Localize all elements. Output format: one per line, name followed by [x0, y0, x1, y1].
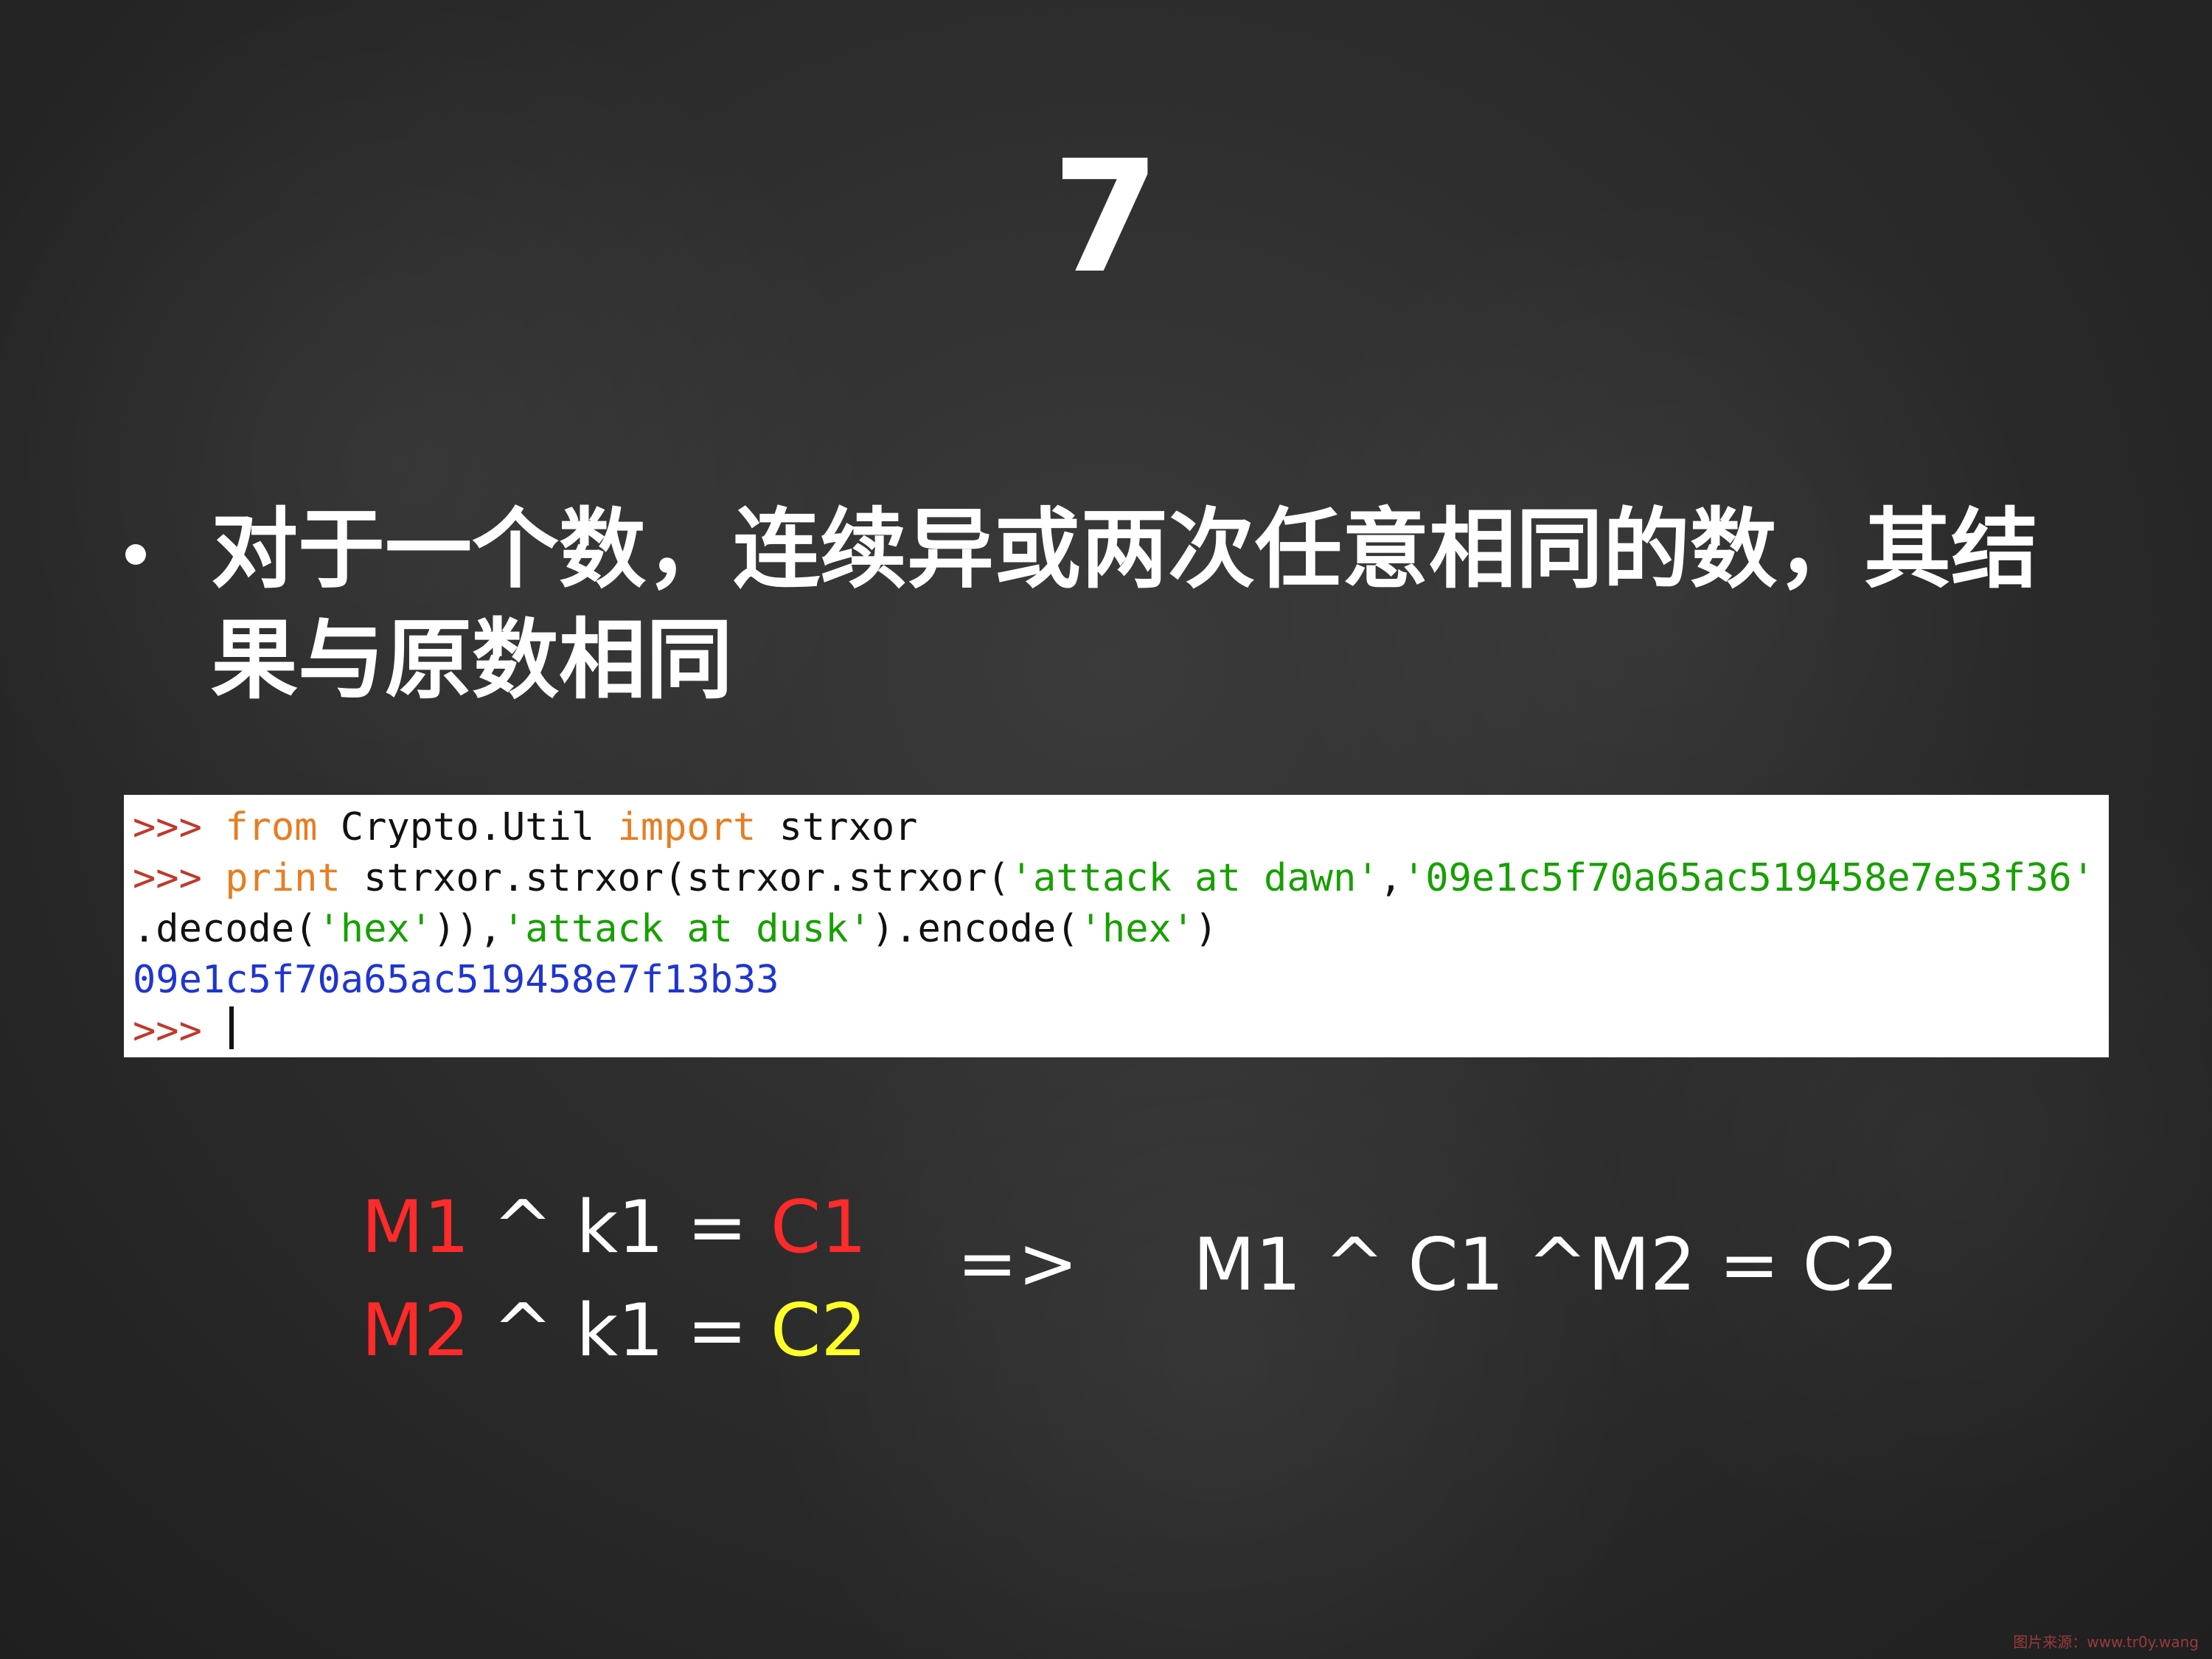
- text-cursor: [229, 1006, 234, 1049]
- console-prompt: >>>: [133, 856, 202, 900]
- string-attack-at-dawn: 'attack at dawn': [1009, 856, 1380, 900]
- equation-middle-2: ^ k1 =: [469, 1289, 771, 1373]
- console-output: 09e1c5f70a65ac519458e7f13b33: [133, 958, 779, 1002]
- c1-label: C1: [770, 1186, 867, 1270]
- call-close-2: ): [1194, 907, 1218, 951]
- equation-row-2: M2 ^ k1 = C2: [361, 1279, 867, 1382]
- decode-call: .decode(: [133, 907, 318, 951]
- bullet-dot-icon: [125, 544, 146, 565]
- string-hex-2: 'hex': [1079, 907, 1195, 951]
- c2-label: C2: [770, 1289, 867, 1373]
- keyword-print: print: [225, 856, 341, 900]
- equation-middle-1: ^ k1 =: [469, 1186, 771, 1270]
- watermark-text: 图片来源：www.tr0y.wang: [2013, 1633, 2199, 1651]
- code-line-2: >>> print strxor.strxor(strxor.strxor('a…: [133, 853, 2100, 904]
- string-hex-1: 'hex': [317, 907, 433, 951]
- implication-arrow: =>: [957, 1222, 1079, 1306]
- keyword-import: import: [617, 805, 757, 849]
- function-call: strxor.strxor(strxor.strxor(: [364, 856, 1010, 900]
- python-console-screenshot: >>> from Crypto.Util import strxor >>> p…: [124, 795, 2109, 1057]
- bullet-text: 对于一个数，连续异或两次任意相同的数，其结果与原数相同: [211, 498, 2039, 711]
- console-prompt: >>>: [133, 805, 202, 849]
- bullet-item: 对于一个数，连续异或两次任意相同的数，其结果与原数相同: [125, 494, 2116, 715]
- import-name: strxor: [779, 805, 918, 849]
- m1-label: M1: [361, 1186, 470, 1270]
- result-equation: M1 ^ C1 ^M2 = C2: [1193, 1223, 1899, 1307]
- code-line-prompt: >>>: [133, 1006, 2100, 1057]
- module-name: Crypto.Util: [340, 805, 595, 849]
- console-prompt: >>>: [133, 1009, 202, 1053]
- code-line-1: >>> from Crypto.Util import strxor: [133, 802, 2100, 853]
- keyword-from: from: [225, 805, 318, 849]
- comma: ,: [1379, 856, 1402, 900]
- code-line-3: .decode('hex')),'attack at dusk').encode…: [133, 904, 2100, 955]
- slide-title: 7: [1051, 127, 1161, 307]
- equation-group-left: M1 ^ k1 = C1 M2 ^ k1 = C2: [361, 1176, 867, 1382]
- string-attack-at-dusk: 'attack at dusk': [501, 907, 872, 951]
- call-close-1: )),: [433, 907, 502, 951]
- m2-label: M2: [361, 1289, 470, 1373]
- equation-row-1: M1 ^ k1 = C1: [361, 1176, 867, 1279]
- encode-call: ).encode(: [871, 907, 1079, 951]
- string-hex-ciphertext: '09e1c5f70a65ac519458e7e53f36': [1402, 856, 2096, 900]
